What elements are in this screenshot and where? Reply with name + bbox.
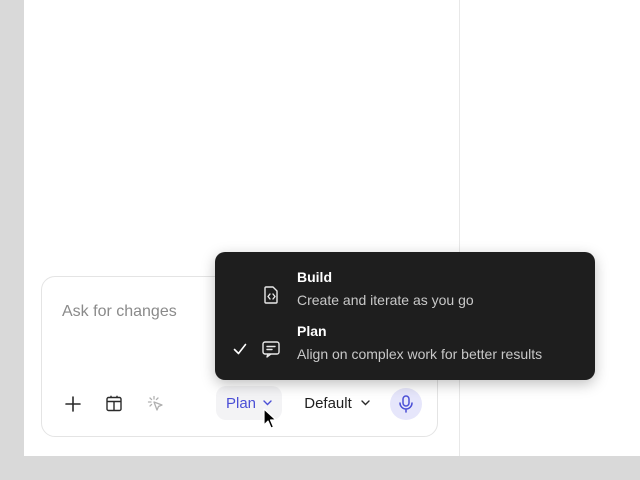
checkmark-icon — [233, 343, 247, 355]
mode-selector[interactable]: Plan — [216, 386, 282, 420]
attach-button[interactable] — [59, 390, 87, 418]
menu-item-plan[interactable]: Plan Align on complex work for better re… — [215, 322, 595, 376]
select-element-button[interactable] — [142, 390, 170, 418]
chevron-down-icon — [263, 400, 272, 406]
template-button[interactable] — [100, 390, 128, 418]
mode-dropdown-menu: Build Create and iterate as you go Plan … — [215, 252, 595, 380]
menu-item-description: Create and iterate as you go — [297, 292, 474, 308]
model-selector[interactable]: Default — [296, 386, 378, 420]
microphone-icon — [399, 395, 413, 413]
layout-icon — [106, 395, 122, 412]
chevron-down-icon — [361, 400, 370, 406]
voice-input-button[interactable] — [390, 388, 422, 420]
mode-label: Plan — [225, 394, 257, 412]
chat-pane: Plan Default — [24, 0, 460, 456]
cursor-click-icon — [147, 395, 163, 411]
menu-item-build[interactable]: Build Create and iterate as you go — [215, 268, 595, 322]
model-label: Default — [304, 394, 352, 412]
app-window: Plan Default — [24, 0, 640, 456]
code-file-icon — [264, 286, 278, 304]
preview-pane — [459, 0, 640, 456]
chat-plan-icon — [262, 341, 280, 358]
menu-item-description: Align on complex work for better results — [297, 346, 543, 362]
plus-icon — [65, 396, 81, 412]
menu-item-title: Build — [297, 269, 332, 285]
menu-item-title: Plan — [297, 323, 327, 339]
